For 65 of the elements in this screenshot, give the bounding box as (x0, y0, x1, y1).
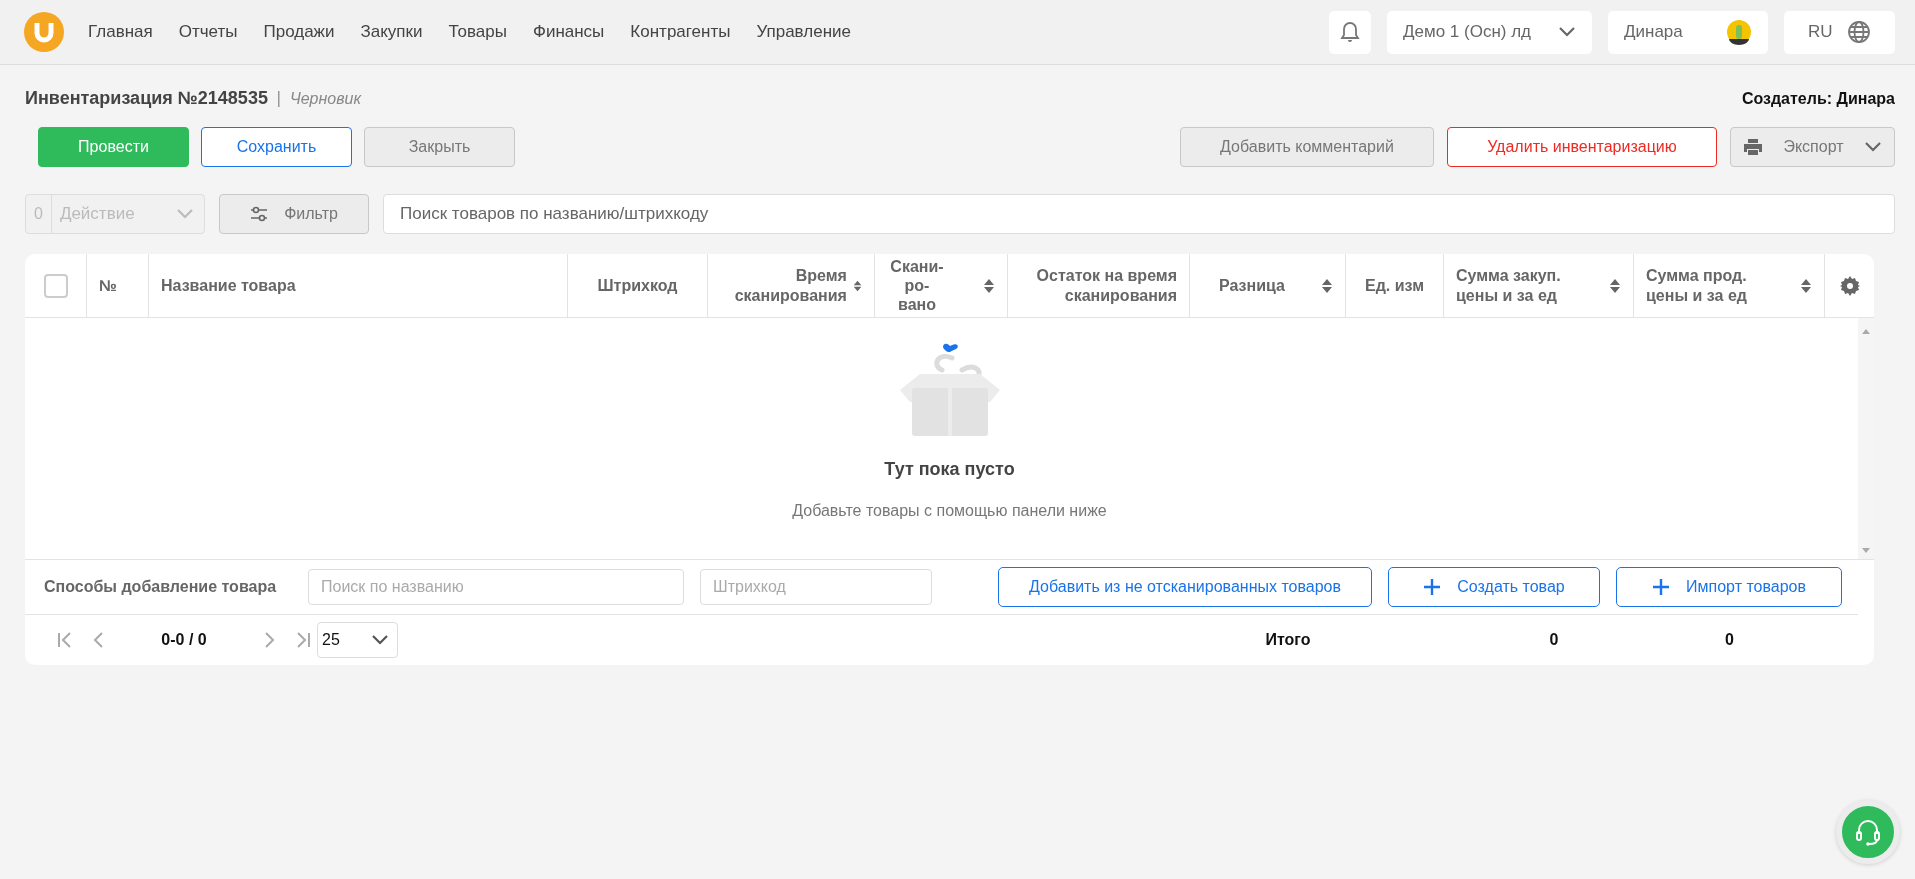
plus-icon (1652, 578, 1670, 596)
add-button[interactable]: Добавить из не отсканированных товаров (998, 567, 1372, 607)
nav-link[interactable]: Главная (88, 19, 153, 45)
empty-state-title: Тут пока пусто (884, 458, 1015, 481)
printer-icon (1743, 138, 1763, 156)
scrollbar[interactable] (1858, 318, 1874, 559)
bell-icon (1340, 21, 1360, 43)
page-range: 0-0 / 0 (160, 630, 208, 650)
nav-link[interactable]: Управление (756, 19, 851, 45)
total-value: 0 (1724, 630, 1735, 650)
total-value: 0 (1548, 630, 1560, 650)
select-all-checkbox[interactable] (43, 273, 68, 298)
column-header: Ед. изм (1365, 275, 1424, 296)
sort-icon[interactable] (1800, 277, 1812, 294)
add-button[interactable]: Создать товар (1388, 567, 1600, 607)
action-button[interactable]: Сохранить (201, 127, 352, 167)
creator-label: Создатель: Динара (1741, 88, 1895, 109)
sliders-icon (250, 206, 269, 222)
document-title: Инвентаризация №2148535 (25, 87, 268, 110)
column-header: Штрихкод (597, 275, 678, 296)
settings-icon[interactable] (1839, 275, 1860, 296)
chevron-down-icon (176, 208, 194, 220)
nav-link[interactable]: Товары (448, 19, 507, 45)
export-button[interactable]: Экспорт (1730, 127, 1895, 167)
column-header[interactable]: Скани-ро-вано (887, 256, 947, 315)
nav-link[interactable]: Продажи (263, 19, 335, 45)
support-button[interactable] (1836, 800, 1900, 864)
nav-link[interactable]: Закупки (360, 19, 423, 45)
action-button[interactable]: Закрыть (364, 127, 515, 167)
document-status: Черновик (289, 88, 361, 109)
avatar (1726, 19, 1752, 45)
totals-label: Итого (1264, 630, 1312, 650)
column-header: № (99, 275, 117, 296)
sort-icon[interactable] (1321, 277, 1333, 294)
barcode-field[interactable]: Штрихкод (700, 569, 932, 605)
notifications-button[interactable] (1329, 10, 1371, 54)
sort-icon[interactable] (1609, 277, 1621, 294)
language-select[interactable]: RU (1784, 10, 1895, 54)
nav-link[interactable]: Контрагенты (630, 19, 731, 45)
column-header[interactable]: Время сканирования (720, 266, 847, 305)
column-header[interactable]: Сумма закуп. цены и за ед (1456, 266, 1586, 305)
search-field[interactable]: Поиск товаров по названию/штрихкоду (383, 194, 1895, 234)
chevron-down-icon (1558, 26, 1576, 38)
plus-icon (1423, 578, 1442, 596)
column-header[interactable]: Сумма прод. цены и за ед (1646, 266, 1766, 305)
add-button[interactable]: Импорт товаров (1616, 567, 1842, 607)
empty-state-hint: Добавьте товары с помощью панели ниже (792, 501, 1107, 521)
globe-icon (1847, 20, 1871, 44)
action-button[interactable]: Удалить инвентаризацию (1447, 127, 1717, 167)
filter-button[interactable]: Фильтр (219, 194, 369, 234)
action-button[interactable]: Добавить комментарий (1180, 127, 1434, 167)
name-search-field[interactable]: Поиск по названию (308, 569, 684, 605)
logo-icon (24, 12, 64, 52)
sort-icon[interactable] (983, 277, 995, 294)
company-select[interactable]: Демо 1 (Осн) лд (1387, 10, 1592, 54)
column-header: Остаток на время сканирования (1035, 266, 1177, 305)
chevron-down-icon (1864, 141, 1882, 153)
nav-link[interactable]: Отчеты (178, 19, 238, 45)
headset-icon (1853, 817, 1883, 847)
chevron-down-icon (371, 634, 389, 646)
page-size-select[interactable]: 25 (317, 622, 398, 658)
nav-link[interactable]: Финансы (532, 19, 605, 45)
column-header[interactable]: Разница (1202, 275, 1302, 296)
add-methods-label: Способы добавление товара (44, 577, 278, 597)
column-header: Название товара (161, 275, 296, 296)
